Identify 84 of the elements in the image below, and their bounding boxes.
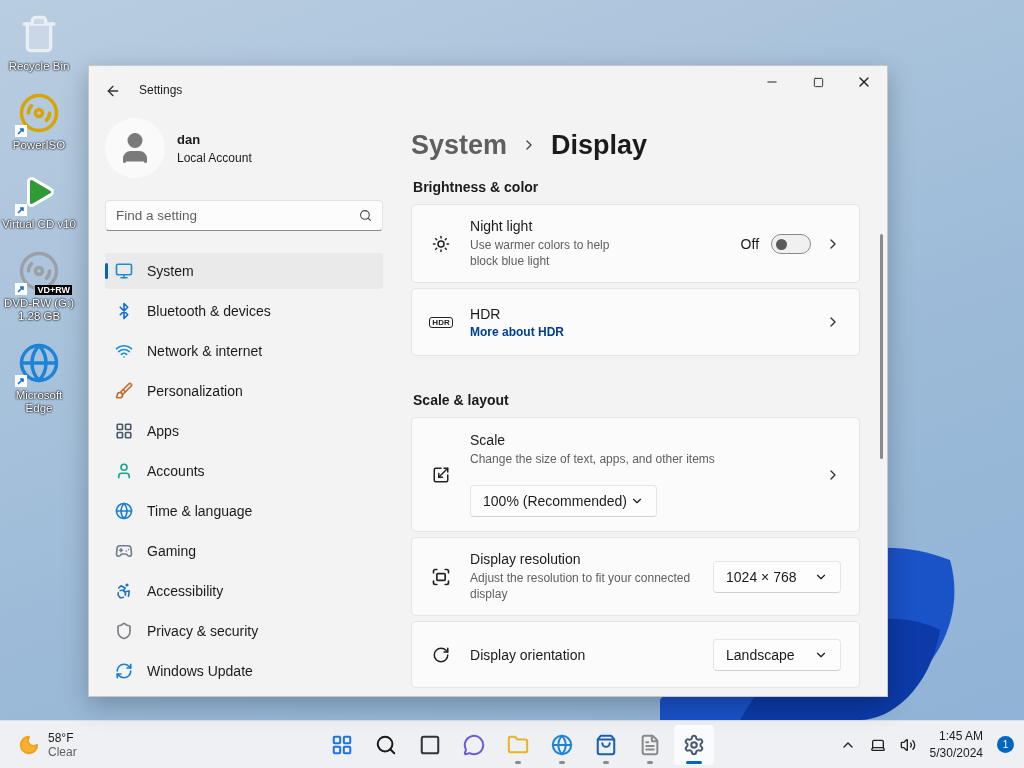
time-icon	[115, 502, 133, 520]
resolution-icon	[431, 566, 452, 587]
nav-item[interactable]: Personalization	[105, 373, 383, 409]
search-icon	[359, 209, 372, 222]
section-title: Scale & layout	[413, 392, 510, 408]
nav-item[interactable]: Accounts	[105, 453, 383, 489]
setting-description: Adjust the resolution to fit your connected display	[470, 570, 692, 602]
setting-title: Display resolution	[470, 551, 582, 567]
section-title: Brightness & color	[413, 179, 540, 195]
folder-icon	[507, 733, 529, 756]
nav-item[interactable]: Time & language	[105, 493, 383, 529]
hdr-link[interactable]: More about HDR	[470, 324, 826, 339]
browser-icon	[551, 733, 573, 756]
desktop-icon-label: Virtual CD v10	[1, 218, 77, 231]
toggle-state-label: Off	[740, 235, 760, 252]
disc-icon	[18, 92, 60, 134]
weather-temperature[interactable]: 58°F	[48, 730, 77, 745]
nav-item[interactable]: Network & internet	[105, 333, 383, 369]
nav-item[interactable]: System	[105, 253, 383, 289]
nav-item[interactable]: Bluetooth & devices	[105, 293, 383, 329]
setting-title: HDR	[470, 305, 502, 322]
setting-card[interactable]: HDR HDR More about HDR	[411, 288, 861, 356]
nav-item[interactable]: Accessibility	[105, 573, 383, 609]
setting-card[interactable]: Display orientation Landscape	[411, 621, 861, 688]
browser-icon	[18, 342, 60, 384]
shortcut-arrow-icon	[15, 125, 27, 137]
user-name: dan	[177, 131, 202, 147]
volume-icon[interactable]	[899, 736, 916, 753]
settings-icon	[683, 733, 705, 756]
nav-item[interactable]: Gaming	[105, 533, 383, 569]
nav-item[interactable]: Privacy & security	[105, 613, 383, 649]
nav-item[interactable]: Apps	[105, 413, 383, 449]
chat-icon	[463, 733, 485, 756]
start-icon	[331, 733, 353, 756]
accounts-icon	[115, 462, 133, 480]
night-light-toggle[interactable]	[771, 233, 812, 254]
setting-description: Use warmer colors to help block blue light	[470, 237, 611, 269]
breadcrumb-item: Display	[551, 129, 648, 161]
setting-title: Night light	[470, 218, 534, 234]
notepad-icon	[639, 733, 661, 756]
shortcut-arrow-icon	[15, 375, 27, 387]
setting-card[interactable]: Display resolution Adjust the resolution to fit your connected display 1024 × 768	[411, 537, 861, 616]
scale-dropdown[interactable]: 100% (Recommended)	[470, 485, 658, 517]
rotate-icon	[432, 645, 451, 664]
sun-icon	[432, 234, 451, 253]
brush-icon	[115, 382, 133, 400]
setting-title: Display orientation	[470, 646, 587, 663]
shortcut-arrow-icon	[15, 204, 27, 216]
apps-icon	[115, 422, 133, 440]
system-icon	[115, 262, 133, 280]
maximize-icon	[812, 76, 824, 88]
clock[interactable]: 1:45 AM 5/30/2024	[929, 729, 983, 760]
setting-dropdown[interactable]: 1024 × 768	[713, 560, 842, 593]
shortcut-arrow-icon	[15, 283, 27, 295]
desktop-icon-label: DVD-RW (G:) 1.28 GB	[2, 297, 76, 323]
gaming-icon	[115, 542, 133, 560]
setting-dropdown[interactable]: Landscape	[713, 638, 842, 671]
desktop-icon-label: Recycle Bin	[7, 60, 71, 73]
moon-icon	[18, 733, 40, 756]
desktop-shortcut-icon[interactable]: VD+RW	[6, 245, 72, 297]
task-view-icon	[419, 733, 441, 756]
drive-badge: VD+RW	[35, 285, 72, 295]
hdr-icon: HDR	[429, 316, 453, 328]
desktop-icon-label: Microsoft Edge	[14, 389, 64, 415]
setting-description: Change the size of text, apps, and other items	[470, 451, 716, 467]
scrollbar[interactable]	[880, 234, 883, 459]
privacy-icon	[115, 622, 133, 640]
nav-item[interactable]: Windows Update	[105, 653, 383, 689]
desktop-icon-label: PowerISO	[11, 139, 67, 152]
search-field[interactable]: Find a setting	[105, 200, 383, 231]
weather-condition[interactable]: Clear	[48, 744, 77, 759]
breadcrumb-item[interactable]: System	[411, 129, 508, 161]
update-icon	[115, 662, 133, 680]
setting-card[interactable]: Night light Use warmer colors to help block blue light Off	[411, 204, 861, 283]
store-icon	[595, 733, 617, 756]
scale-icon	[432, 465, 451, 484]
window-title: Settings	[139, 83, 183, 97]
account-type: Local Account	[177, 150, 252, 165]
setting-title: Scale	[470, 432, 507, 448]
taskbar-app-button[interactable]	[674, 724, 714, 765]
search-icon	[375, 733, 397, 756]
setting-card[interactable]: Scale Change the size of text, apps, and other items 100% (Recommended)	[411, 417, 861, 532]
notification-badge[interactable]: 1	[997, 736, 1014, 753]
accessibility-icon	[115, 582, 133, 600]
